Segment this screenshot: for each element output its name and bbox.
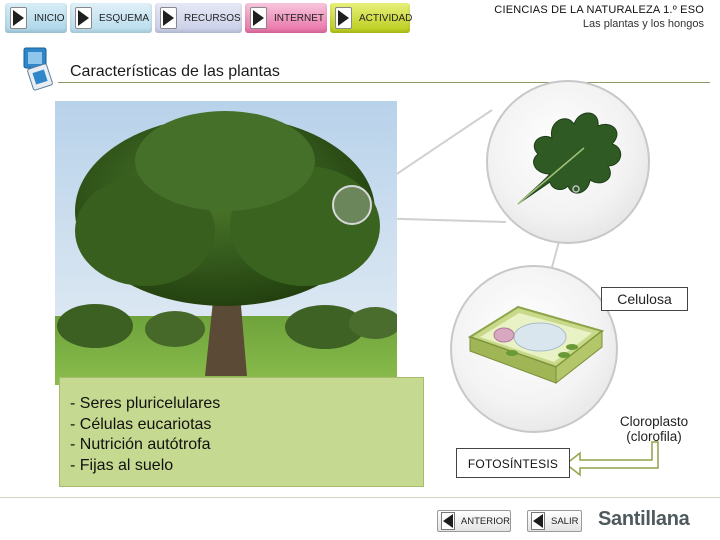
celulosa-label: Celulosa [601,287,688,311]
cloroplasto-label-line1: Cloroplasto [619,414,689,429]
oak-leaf-icon [517,112,622,205]
salir-button[interactable]: SALIR [527,510,582,532]
characteristics-list: Seres pluricelulares Células eucariotas … [70,394,423,476]
fotosintesis-label: FOTOSÍNTESIS [456,448,570,478]
plant-cell-icon [467,305,605,385]
list-item: Nutrición autótrofa [70,435,423,456]
holm-oak-photo [55,101,397,385]
bottom-divider [0,497,720,498]
santillana-logo: Santillana [598,508,690,530]
leaf-zoom-circle [486,80,650,244]
salir-label: SALIR [551,515,579,527]
list-item: Seres pluricelulares [70,394,423,415]
anterior-label: ANTERIOR [460,515,510,527]
back-arrow-icon [531,512,545,530]
characteristics-box: Seres pluricelulares Células eucariotas … [59,377,424,487]
arrow-left-icon [564,441,659,477]
anterior-button[interactable]: ANTERIOR [437,510,511,532]
plant-cell-zoom-circle [450,265,618,433]
list-item: Fijas al suelo [70,456,423,477]
zoom-lens-indicator [332,185,372,225]
list-item: Células eucariotas [70,415,423,436]
back-arrow-icon [441,512,455,530]
